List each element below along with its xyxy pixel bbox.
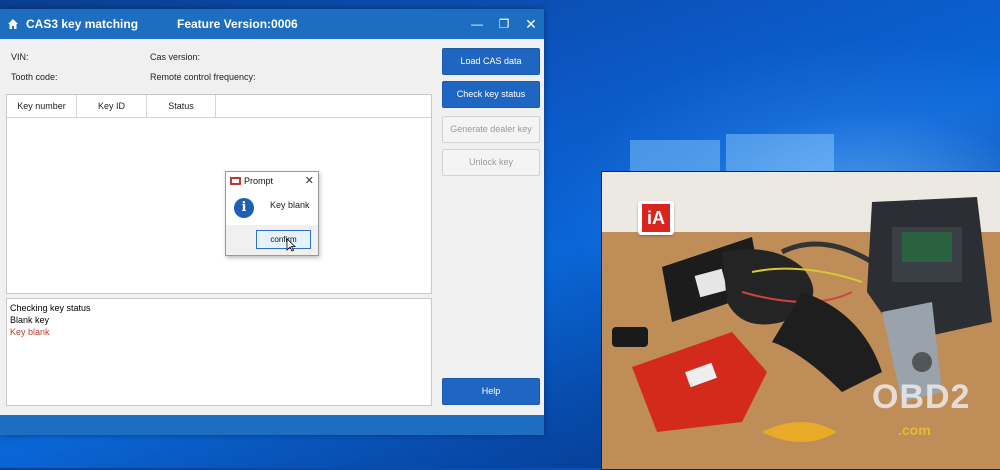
log-line: Checking key status [10,303,91,313]
close-icon[interactable]: ✕ [522,15,540,33]
remote-frequency-label: Remote control frequency: [150,72,256,82]
log-line: Blank key [10,315,50,325]
prompt-dialog: Prompt ✕ i Key blank confirm [225,171,319,256]
video-overlay: iA OBD2 .com [601,171,1000,470]
app-logo-icon [230,177,241,185]
unlock-key-button[interactable]: Unlock key [442,149,540,176]
watermark: OBD2 [872,378,971,416]
ia-logo: iA [638,201,674,235]
tooth-code-label: Tooth code: [11,72,58,82]
check-key-status-button[interactable]: Check key status [442,81,540,108]
generate-dealer-key-button[interactable]: Generate dealer key [442,116,540,143]
status-bar [0,415,544,435]
mouse-cursor-icon [286,238,296,252]
ia-logo-text: iA [642,204,670,232]
cas-version-label: Cas version: [150,52,201,62]
info-icon: i [234,198,254,218]
home-icon[interactable] [7,18,19,30]
window-title: CAS3 key matching [26,17,139,31]
feature-version: Feature Version:0006 [177,17,298,31]
log-line-error: Key blank [10,327,50,337]
column-header-status[interactable]: Status [147,95,216,117]
key-table[interactable]: Key number Key ID Status [6,94,432,294]
column-header-key-number[interactable]: Key number [7,95,77,117]
titlebar: CAS3 key matching Feature Version:0006 —… [0,9,544,39]
load-cas-data-button[interactable]: Load CAS data [442,48,540,75]
prompt-title: Prompt [244,176,274,186]
help-button[interactable]: Help [442,378,540,405]
log-output: Checking key status Blank key Key blank [6,298,432,406]
restore-icon[interactable]: ❐ [495,15,513,33]
vin-label: VIN: [11,52,29,62]
confirm-button[interactable]: confirm [256,230,311,249]
table-header: Key number Key ID Status [7,95,431,118]
prompt-message: Key blank [270,200,310,210]
column-header-key-id[interactable]: Key ID [77,95,147,117]
close-icon[interactable]: ✕ [305,174,314,187]
minimize-icon[interactable]: — [468,15,486,33]
watermark-sub: .com [898,422,931,438]
